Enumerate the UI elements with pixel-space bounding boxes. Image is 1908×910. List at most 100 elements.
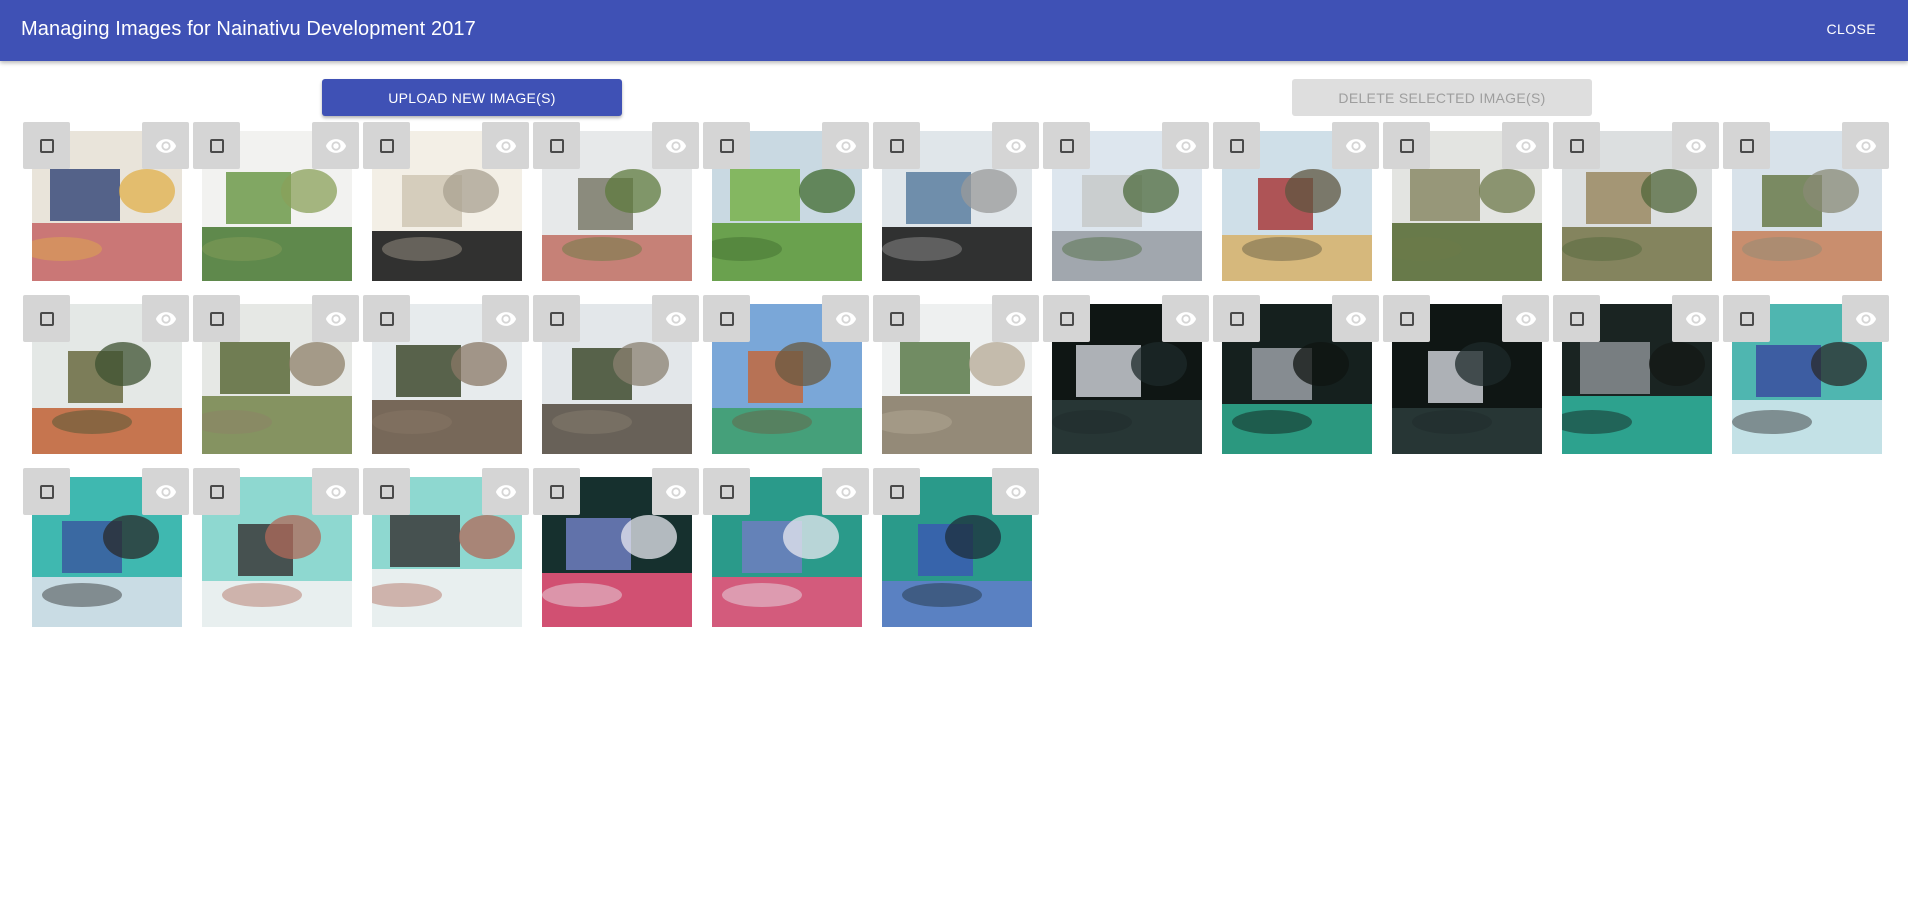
view-image-button[interactable] — [1842, 295, 1889, 342]
eye-icon — [665, 311, 686, 326]
view-image-button[interactable] — [992, 295, 1039, 342]
select-image-checkbox[interactable] — [363, 295, 410, 342]
select-image-checkbox[interactable] — [23, 122, 70, 169]
select-image-checkbox[interactable] — [873, 295, 920, 342]
select-image-checkbox[interactable] — [873, 122, 920, 169]
image-tile — [363, 468, 533, 640]
select-image-checkbox[interactable] — [533, 122, 580, 169]
view-image-button[interactable] — [652, 295, 699, 342]
checkbox-outline-icon — [719, 311, 734, 326]
select-image-checkbox[interactable] — [23, 468, 70, 515]
select-image-checkbox[interactable] — [1213, 122, 1260, 169]
image-tile — [23, 295, 193, 467]
view-image-button[interactable] — [312, 295, 359, 342]
eye-icon — [1345, 311, 1366, 326]
eye-icon — [495, 138, 516, 153]
image-grid — [0, 0, 1908, 910]
select-image-checkbox[interactable] — [703, 122, 750, 169]
dialog-header: Managing Images for Nainativu Developmen… — [0, 0, 1908, 61]
eye-icon — [835, 138, 856, 153]
view-image-button[interactable] — [1672, 122, 1719, 169]
select-image-checkbox[interactable] — [703, 295, 750, 342]
view-image-button[interactable] — [142, 122, 189, 169]
image-tile — [363, 295, 533, 467]
checkbox-outline-icon — [39, 484, 54, 499]
view-image-button[interactable] — [482, 295, 529, 342]
checkbox-outline-icon — [719, 484, 734, 499]
eye-icon — [1005, 311, 1026, 326]
select-image-checkbox[interactable] — [703, 468, 750, 515]
eye-icon — [1005, 138, 1026, 153]
checkbox-outline-icon — [1229, 138, 1244, 153]
view-image-button[interactable] — [1502, 122, 1549, 169]
image-tile — [1723, 122, 1893, 294]
checkbox-outline-icon — [1739, 138, 1754, 153]
select-image-checkbox[interactable] — [1383, 122, 1430, 169]
view-image-button[interactable] — [992, 122, 1039, 169]
eye-icon — [1345, 138, 1366, 153]
image-tile — [1213, 122, 1383, 294]
view-image-button[interactable] — [822, 122, 869, 169]
select-image-checkbox[interactable] — [1043, 122, 1090, 169]
view-image-button[interactable] — [1162, 295, 1209, 342]
checkbox-outline-icon — [549, 311, 564, 326]
checkbox-outline-icon — [549, 138, 564, 153]
eye-icon — [1855, 138, 1876, 153]
view-image-button[interactable] — [482, 468, 529, 515]
select-image-checkbox[interactable] — [363, 122, 410, 169]
checkbox-outline-icon — [379, 138, 394, 153]
image-tile — [873, 468, 1043, 640]
image-tile — [533, 295, 703, 467]
view-image-button[interactable] — [1672, 295, 1719, 342]
select-image-checkbox[interactable] — [873, 468, 920, 515]
view-image-button[interactable] — [1332, 295, 1379, 342]
view-image-button[interactable] — [312, 122, 359, 169]
eye-icon — [835, 311, 856, 326]
view-image-button[interactable] — [822, 295, 869, 342]
select-image-checkbox[interactable] — [1553, 122, 1600, 169]
select-image-checkbox[interactable] — [193, 468, 240, 515]
view-image-button[interactable] — [142, 295, 189, 342]
view-image-button[interactable] — [652, 468, 699, 515]
checkbox-outline-icon — [889, 311, 904, 326]
close-button[interactable]: CLOSE — [1819, 12, 1884, 46]
view-image-button[interactable] — [1332, 122, 1379, 169]
image-tile — [533, 122, 703, 294]
view-image-button[interactable] — [312, 468, 359, 515]
checkbox-outline-icon — [1399, 311, 1414, 326]
image-tile — [703, 468, 873, 640]
select-image-checkbox[interactable] — [363, 468, 410, 515]
select-image-checkbox[interactable] — [23, 295, 70, 342]
dialog-title: Managing Images for Nainativu Developmen… — [21, 18, 476, 40]
image-tile — [1553, 295, 1723, 467]
image-tile — [23, 122, 193, 294]
checkbox-outline-icon — [1569, 138, 1584, 153]
select-image-checkbox[interactable] — [1383, 295, 1430, 342]
image-tile — [23, 468, 193, 640]
view-image-button[interactable] — [1842, 122, 1889, 169]
checkbox-outline-icon — [1569, 311, 1584, 326]
select-image-checkbox[interactable] — [1553, 295, 1600, 342]
view-image-button[interactable] — [1502, 295, 1549, 342]
image-tile — [363, 122, 533, 294]
eye-icon — [155, 311, 176, 326]
eye-icon — [1855, 311, 1876, 326]
select-image-checkbox[interactable] — [1723, 295, 1770, 342]
select-image-checkbox[interactable] — [1043, 295, 1090, 342]
select-image-checkbox[interactable] — [193, 295, 240, 342]
select-image-checkbox[interactable] — [533, 468, 580, 515]
select-image-checkbox[interactable] — [533, 295, 580, 342]
view-image-button[interactable] — [482, 122, 529, 169]
checkbox-outline-icon — [1739, 311, 1754, 326]
view-image-button[interactable] — [142, 468, 189, 515]
select-image-checkbox[interactable] — [1723, 122, 1770, 169]
view-image-button[interactable] — [652, 122, 699, 169]
checkbox-outline-icon — [39, 138, 54, 153]
view-image-button[interactable] — [992, 468, 1039, 515]
select-image-checkbox[interactable] — [193, 122, 240, 169]
checkbox-outline-icon — [1059, 138, 1074, 153]
select-image-checkbox[interactable] — [1213, 295, 1260, 342]
view-image-button[interactable] — [1162, 122, 1209, 169]
view-image-button[interactable] — [822, 468, 869, 515]
image-tile — [1723, 295, 1893, 467]
